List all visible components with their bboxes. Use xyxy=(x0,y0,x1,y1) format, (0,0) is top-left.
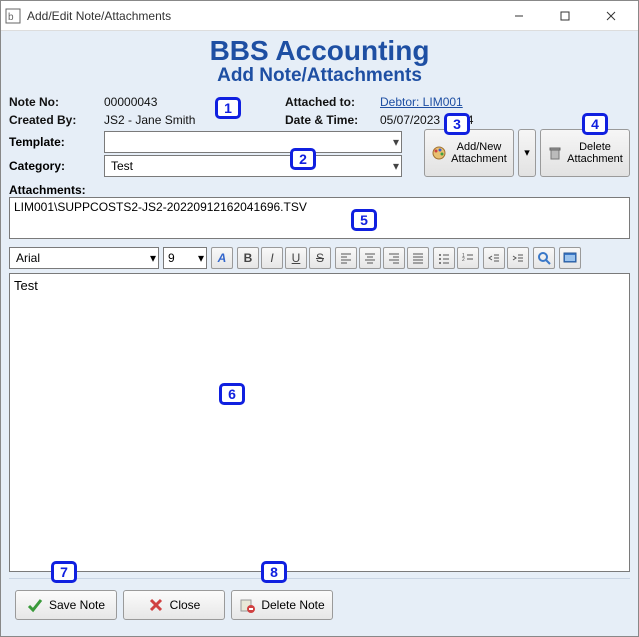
number-list-button[interactable]: 12 xyxy=(457,247,479,269)
outdent-button[interactable] xyxy=(483,247,505,269)
window-title: Add/Edit Note/Attachments xyxy=(27,9,496,23)
delete-attachment-button[interactable]: Delete Attachment xyxy=(540,129,630,177)
footer: Save Note Close Delete Note xyxy=(9,578,630,628)
underline-button[interactable]: U xyxy=(285,247,307,269)
callout-8: 8 xyxy=(261,561,287,583)
font-size-value: 9 xyxy=(168,251,175,265)
titlebar: b Add/Edit Note/Attachments xyxy=(1,1,638,31)
created-by-label: Created By: xyxy=(9,113,104,127)
close-label: Close xyxy=(170,598,201,612)
align-right-button[interactable] xyxy=(383,247,405,269)
chevron-down-icon: ▾ xyxy=(150,251,156,265)
chevron-down-icon: ▾ xyxy=(393,135,399,149)
italic-button[interactable]: I xyxy=(261,247,283,269)
delete-note-label: Delete Note xyxy=(261,598,324,612)
chevron-down-icon: ▾ xyxy=(524,147,530,159)
datetime-label: Date & Time: xyxy=(285,113,380,127)
fullscreen-button[interactable] xyxy=(559,247,581,269)
chevron-down-icon: ▾ xyxy=(198,251,204,265)
close-button[interactable]: Close xyxy=(123,590,225,620)
callout-2: 2 xyxy=(290,148,316,170)
callout-6: 6 xyxy=(219,383,245,405)
add-attachment-dropdown[interactable]: ▾ xyxy=(518,129,536,177)
font-combo[interactable]: Arial ▾ xyxy=(9,247,159,269)
trash-icon xyxy=(547,145,563,161)
attached-to-link[interactable]: Debtor: LIM001 xyxy=(380,95,463,109)
close-window-button[interactable] xyxy=(588,2,634,30)
palette-icon xyxy=(431,145,447,161)
svg-text:2: 2 xyxy=(462,257,465,263)
template-combo[interactable]: ▾ xyxy=(104,131,402,153)
font-color-button[interactable]: A xyxy=(211,247,233,269)
check-icon xyxy=(27,597,43,613)
callout-5: 5 xyxy=(351,209,377,231)
note-no-label: Note No: xyxy=(9,95,104,109)
bold-button[interactable]: B xyxy=(237,247,259,269)
note-textarea[interactable] xyxy=(9,273,630,572)
attachments-list[interactable] xyxy=(9,197,630,239)
delete-note-icon xyxy=(239,597,255,613)
align-left-button[interactable] xyxy=(335,247,357,269)
delete-note-button[interactable]: Delete Note xyxy=(231,590,333,620)
app-heading: BBS Accounting xyxy=(9,37,630,65)
strike-button[interactable]: S xyxy=(309,247,331,269)
preview-button[interactable] xyxy=(533,247,555,269)
indent-button[interactable] xyxy=(507,247,529,269)
category-label: Category: xyxy=(9,159,104,173)
bullet-list-button[interactable] xyxy=(433,247,455,269)
app-icon: b xyxy=(5,8,21,24)
maximize-button[interactable] xyxy=(542,2,588,30)
template-label: Template: xyxy=(9,135,104,149)
align-center-button[interactable] xyxy=(359,247,381,269)
category-value: Test xyxy=(111,159,133,173)
page-heading: Add Note/Attachments xyxy=(9,65,630,87)
save-note-button[interactable]: Save Note xyxy=(15,590,117,620)
editor-toolbar: Arial ▾ 9 ▾ A B I U S 12 xyxy=(9,245,630,271)
callout-1: 1 xyxy=(215,97,241,119)
content: BBS Accounting Add Note/Attachments Note… xyxy=(1,31,638,636)
font-size-combo[interactable]: 9 ▾ xyxy=(163,247,207,269)
delete-attachment-label: Delete Attachment xyxy=(567,141,623,165)
font-value: Arial xyxy=(16,251,40,265)
save-note-label: Save Note xyxy=(49,598,105,612)
svg-text:b: b xyxy=(8,12,14,23)
attached-to-label: Attached to: xyxy=(285,95,380,109)
justify-button[interactable] xyxy=(407,247,429,269)
category-combo[interactable]: Test ▾ xyxy=(104,155,402,177)
window: b Add/Edit Note/Attachments BBS Accounti… xyxy=(0,0,639,637)
callout-4: 4 xyxy=(582,113,608,135)
attachments-label: Attachments: xyxy=(9,183,630,197)
close-icon xyxy=(148,597,164,613)
add-attachment-button[interactable]: Add/New Attachment xyxy=(424,129,514,177)
chevron-down-icon: ▾ xyxy=(393,159,399,173)
callout-3: 3 xyxy=(444,113,470,135)
minimize-button[interactable] xyxy=(496,2,542,30)
callout-7: 7 xyxy=(51,561,77,583)
add-attachment-label: Add/New Attachment xyxy=(451,141,507,165)
